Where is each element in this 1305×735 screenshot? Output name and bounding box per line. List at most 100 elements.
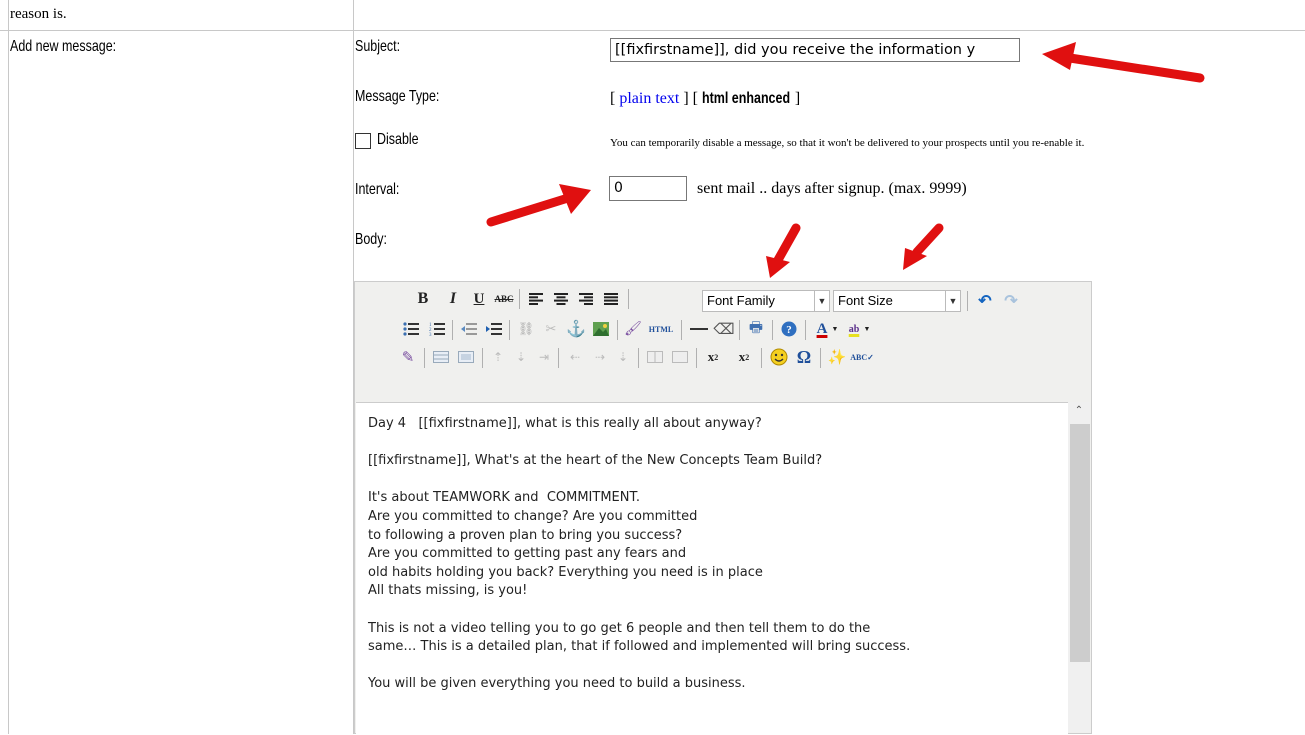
align-left-icon[interactable] [525, 288, 547, 310]
chevron-down-icon: ▼ [814, 291, 829, 311]
strikethrough-button[interactable]: ABC [493, 288, 515, 310]
cleanup-icon[interactable]: 🖌 [622, 318, 644, 340]
merge-cells-icon[interactable] [669, 346, 691, 368]
subscript-icon[interactable]: x2 [702, 346, 724, 368]
anchor-icon[interactable]: ⚓ [565, 318, 587, 340]
bullet-list-icon[interactable] [400, 318, 422, 340]
chevron-down-icon: ▼ [945, 291, 960, 311]
split-cells-icon[interactable] [644, 346, 666, 368]
justify-icon[interactable] [600, 288, 622, 310]
print-icon[interactable]: 🖶 [745, 318, 767, 340]
toolbar-separator [509, 320, 510, 340]
svg-text:3: 3 [429, 333, 432, 336]
toolbar-separator [696, 348, 697, 368]
disable-checkbox[interactable] [355, 133, 371, 149]
indent-icon[interactable] [483, 318, 505, 340]
subject-input[interactable]: [[fixfirstname]], did you receive the in… [610, 38, 1020, 62]
link-icon[interactable]: ⛓ [515, 318, 537, 340]
table-icon[interactable] [430, 346, 452, 368]
toolbar-separator [452, 320, 453, 340]
toolbar-separator [820, 348, 821, 368]
font-size-value: Font Size [838, 293, 893, 308]
horizontal-rule-icon[interactable] [688, 318, 710, 340]
magic-wand-icon[interactable]: ✨ [826, 346, 848, 368]
interval-label: Interval: [355, 181, 400, 198]
omega-icon[interactable]: Ω [793, 346, 815, 368]
editor-line: This is not a video telling you to go ge… [368, 620, 871, 636]
body-label: Body: [355, 231, 387, 248]
underline-button[interactable]: U [468, 288, 490, 310]
row-before-icon[interactable]: ⇡ [487, 346, 509, 368]
toolbar-separator [638, 348, 639, 368]
toolbar-separator [805, 320, 806, 340]
scrollbar[interactable]: ⌃ [1068, 402, 1090, 732]
toolbar-separator [558, 348, 559, 368]
message-body-editor[interactable]: Day 4 [[fixfirstname]], what is this rea… [356, 402, 1068, 735]
bold-button[interactable]: B [412, 288, 434, 310]
eraser-icon[interactable]: ⌫ [713, 318, 735, 340]
unlink-icon[interactable]: ✂ [540, 318, 562, 340]
red-arrow-icon [766, 223, 801, 278]
toolbar-separator [628, 289, 629, 309]
editor-line: [[fixfirstname]], What's at the heart of… [368, 453, 823, 469]
editor-line: It's about TEAMWORK and COMMITMENT. [368, 490, 641, 506]
align-center-icon[interactable] [550, 288, 572, 310]
toolbar-separator [519, 289, 520, 309]
delete-row-icon[interactable]: ⇥ [533, 346, 555, 368]
plain-text-link[interactable]: plain text [619, 90, 679, 107]
font-family-dropdown[interactable]: Font Family ▼ [702, 290, 830, 312]
scrollbar-thumb[interactable] [1070, 424, 1090, 662]
spellcheck-icon[interactable]: ABC✓ [850, 346, 874, 368]
align-right-icon[interactable] [575, 288, 597, 310]
table-props-icon[interactable] [455, 346, 477, 368]
editor-line: Day 4 [[fixfirstname]], what is this rea… [368, 416, 762, 431]
help-icon[interactable]: ? [778, 318, 800, 340]
col-before-icon[interactable]: ⇠ [564, 346, 586, 368]
superscript-icon[interactable]: x2 [733, 346, 755, 368]
font-size-dropdown[interactable]: Font Size ▼ [833, 290, 961, 312]
message-type-options: [ plain text ] [ html enhanced ] [610, 90, 800, 108]
html-enhanced-option: html enhanced [701, 90, 791, 107]
disable-note: You can temporarily disable a message, s… [610, 137, 1085, 149]
editor-line: You will be given everything you need to… [368, 676, 746, 692]
delete-col-icon[interactable]: ⇣ [612, 346, 634, 368]
outdent-icon[interactable] [458, 318, 480, 340]
editor-line: Are you committed to change? Are you com… [368, 508, 698, 524]
editor-line: All thats missing, is you! [368, 583, 528, 599]
chevron-down-icon[interactable]: ▼ [830, 318, 840, 340]
numbered-list-icon[interactable]: 123 [426, 318, 448, 340]
html-source-button[interactable]: HTML [647, 318, 675, 340]
toolbar-separator [424, 348, 425, 368]
editor-line: to following a proven plan to bring you … [368, 527, 683, 543]
scroll-up-icon[interactable]: ⌃ [1068, 402, 1090, 420]
previous-row-text: reason is. [10, 6, 67, 22]
toolbar-separator [761, 348, 762, 368]
toolbar-separator [772, 320, 773, 340]
row-after-icon[interactable]: ⇣ [510, 346, 532, 368]
italic-button[interactable]: I [442, 288, 464, 310]
image-icon[interactable] [590, 318, 612, 340]
toolbar-separator [617, 320, 618, 340]
bracket-close: ] [790, 90, 801, 107]
svg-text:?: ? [786, 324, 792, 336]
toolbar-separator [681, 320, 682, 340]
subject-label: Subject: [355, 38, 401, 55]
redo-icon[interactable]: ↷ [1000, 290, 1022, 312]
red-arrow-icon [1042, 42, 1205, 83]
font-family-value: Font Family [707, 293, 775, 308]
interval-input[interactable]: 0 [609, 176, 687, 201]
edit-document-icon[interactable]: ✎ [397, 346, 419, 368]
undo-icon[interactable]: ↶ [974, 290, 996, 312]
interval-suffix: sent mail .. days after signup. (max. 99… [697, 180, 967, 197]
row-divider [0, 30, 1305, 31]
smiley-icon[interactable] [768, 346, 790, 368]
col-after-icon[interactable]: ⇢ [589, 346, 611, 368]
red-arrow-icon [903, 223, 944, 270]
bracket-mid: ] [ [679, 90, 702, 107]
chevron-down-icon[interactable]: ▼ [862, 318, 872, 340]
toolbar-separator [482, 348, 483, 368]
